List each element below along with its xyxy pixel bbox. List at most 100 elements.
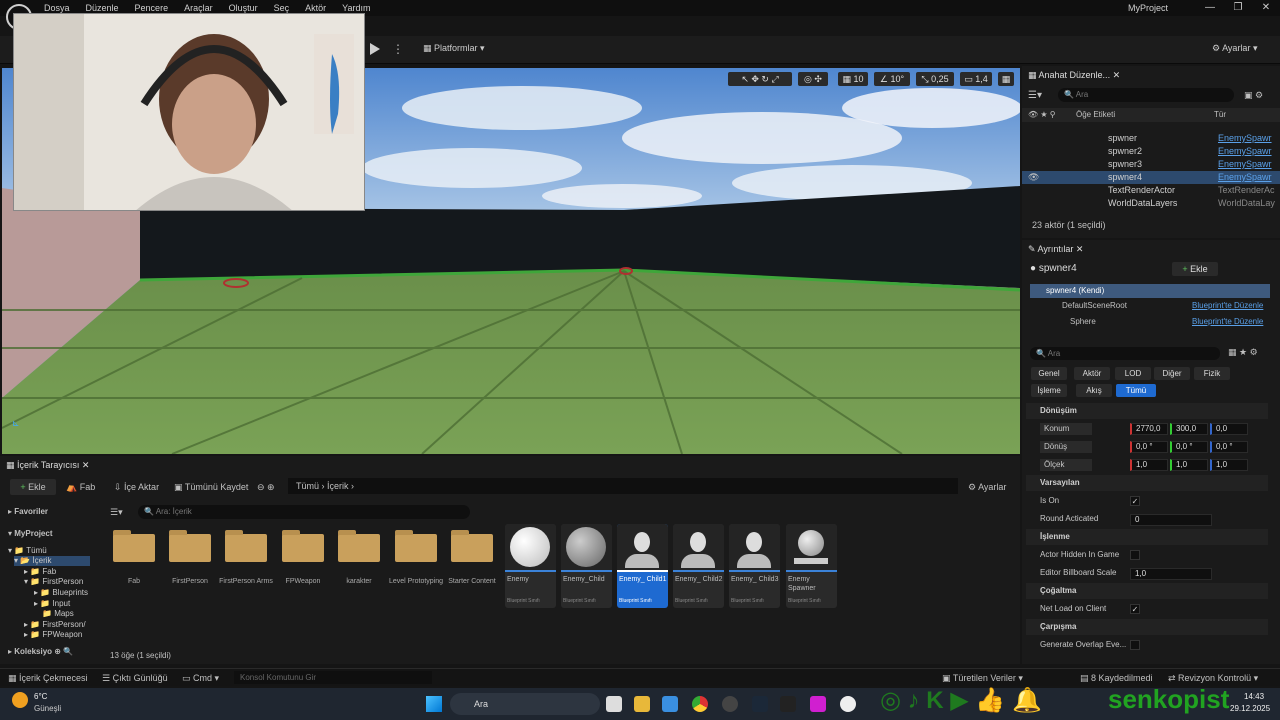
rotation-y[interactable]: 0,0 ° <box>1170 441 1208 453</box>
tree-item[interactable]: ▸ 📁 Input <box>34 599 70 609</box>
grid-snap[interactable]: ▦ 10 <box>838 72 868 86</box>
details-view-options-icon[interactable]: ▦ ★ ⚙ <box>1228 347 1258 358</box>
asset-tile[interactable]: Enemy Blueprint Sınıfı <box>505 524 556 608</box>
filter-general[interactable]: Genel <box>1031 367 1067 380</box>
import-button[interactable]: ⇩ İçe Aktar <box>114 482 159 493</box>
tree-item[interactable]: ▸ 📁 FirstPerson/ <box>24 620 86 630</box>
hidden-checkbox[interactable] <box>1130 550 1140 560</box>
folder-icon[interactable] <box>169 530 211 562</box>
billboard-value[interactable]: 1,0 <box>1130 568 1212 580</box>
filter-dropdown-icon[interactable]: ☰▾ <box>110 507 123 518</box>
asset-tile[interactable]: Enemy_ Child2 Blueprint Sınıfı <box>673 524 724 608</box>
rotation-x[interactable]: 0,0 ° <box>1130 441 1168 453</box>
column-type[interactable]: Tür <box>1214 108 1226 122</box>
component-row[interactable]: DefaultSceneRoot <box>1062 301 1127 310</box>
console-input[interactable]: Konsol Komutunu Gir <box>234 671 432 684</box>
section-transform[interactable]: Dönüşüm <box>1026 403 1268 419</box>
file-explorer-icon[interactable] <box>634 696 650 712</box>
add-button[interactable]: + Ekle <box>10 479 56 495</box>
details-search-input[interactable]: 🔍 Ara <box>1030 347 1220 360</box>
filter-rendering[interactable]: İşleme <box>1031 384 1067 397</box>
filter-lod[interactable]: LOD <box>1115 367 1151 380</box>
tree-item[interactable]: ▸ 📁 Blueprints <box>34 588 88 598</box>
visibility-eye-icon[interactable]: 👁 <box>1028 171 1039 184</box>
world-local-toggle[interactable]: ◎ ✣ <box>798 72 828 86</box>
content-settings-button[interactable]: ⚙ Ayarlar <box>968 482 1006 493</box>
viewport-layout-icon[interactable]: ▦ <box>998 72 1014 86</box>
epic-games-icon[interactable] <box>780 696 796 712</box>
cmd-dropdown[interactable]: ▭ Cmd ▾ <box>182 669 219 687</box>
outliner-row[interactable]: spwner EnemySpawr <box>1022 132 1280 145</box>
folder-icon[interactable] <box>113 530 155 562</box>
component-row[interactable]: Sphere <box>1070 317 1096 326</box>
outliner-search-input[interactable]: 🔍 Ara <box>1058 88 1234 102</box>
folder-icon[interactable] <box>282 530 324 562</box>
round-value[interactable]: 0 <box>1130 514 1212 526</box>
asset-tile-selected[interactable]: Enemy_ Child1 Blueprint Sınıfı <box>617 524 668 608</box>
outliner-tab[interactable]: ▦ Anahat Düzenle... ✕ <box>1028 66 1120 84</box>
clock-time[interactable]: 14:43 <box>1244 692 1264 701</box>
outliner-row-type[interactable]: EnemySpawr <box>1218 145 1272 158</box>
section-rendering[interactable]: İşlenme <box>1026 529 1268 545</box>
task-view-icon[interactable] <box>606 696 622 712</box>
folder-icon[interactable] <box>225 530 267 562</box>
derived-data-button[interactable]: ▣ Türetilen Veriler ▾ <box>942 669 1023 687</box>
is-on-checkbox[interactable]: ✓ <box>1130 496 1140 506</box>
fab-button[interactable]: ⛺ Fab <box>66 482 95 493</box>
scale-label[interactable]: Ölçek <box>1040 459 1092 471</box>
filter-streaming[interactable]: Akış <box>1076 384 1112 397</box>
content-search-input[interactable]: 🔍 Ara: İçerik <box>138 505 470 519</box>
app-icon[interactable] <box>810 696 826 712</box>
tree-item[interactable]: 📁 Maps <box>42 609 74 619</box>
filter-icon[interactable]: ☰▾ <box>1028 90 1042 101</box>
asset-tile[interactable]: Enemy_ Child3 Blueprint Sınıfı <box>729 524 780 608</box>
location-y[interactable]: 300,0 <box>1170 423 1208 435</box>
location-label[interactable]: Konum <box>1040 423 1092 435</box>
edit-in-blueprint-link[interactable]: Blueprint'te Düzenle <box>1192 301 1263 310</box>
breadcrumb-content[interactable]: İçerik <box>327 481 349 491</box>
self-component[interactable]: spwner4 (Kendi) <box>1030 284 1270 298</box>
edit-in-blueprint-link[interactable]: Blueprint'te Düzenle <box>1192 317 1263 326</box>
filter-all[interactable]: Tümü <box>1116 384 1156 397</box>
details-tab[interactable]: ✎ Ayrıntılar ✕ <box>1028 240 1083 258</box>
windows-start-icon[interactable] <box>426 696 442 712</box>
platforms-button[interactable]: ▦ Platformlar ▾ <box>423 43 485 54</box>
outliner-row[interactable]: spwner3 EnemySpawr <box>1022 158 1280 171</box>
more-options-icon[interactable]: ⋮ <box>392 42 404 56</box>
play-icon[interactable] <box>370 43 380 55</box>
outliner-row[interactable]: WorldDataLayers WorldDataLay <box>1022 197 1280 210</box>
minimize-button[interactable]: — <box>1200 0 1220 16</box>
content-drawer-button[interactable]: ▦ İçerik Çekmecesi <box>8 669 88 687</box>
taskbar-search[interactable]: Ara <box>450 693 600 715</box>
overlap-checkbox[interactable] <box>1130 640 1140 650</box>
outliner-row-type[interactable]: EnemySpawr <box>1218 132 1272 145</box>
location-x[interactable]: 2770,0 <box>1130 423 1168 435</box>
scale-x[interactable]: 1,0 <box>1130 459 1168 471</box>
outliner-row[interactable]: spwner2 EnemySpawr <box>1022 145 1280 158</box>
tree-item[interactable]: ▾ 📁 Tümü <box>8 546 47 556</box>
steam-icon[interactable] <box>752 696 768 712</box>
column-label[interactable]: Öğe Etiketi <box>1076 108 1115 122</box>
asset-tile[interactable]: Enemy Spawner Blueprint Sınıfı <box>786 524 837 608</box>
asset-tile[interactable]: Enemy_Child Blueprint Sınıfı <box>561 524 612 608</box>
maximize-button[interactable]: ❐ <box>1228 0 1248 16</box>
settings-button[interactable]: ⚙ Ayarlar ▾ <box>1212 43 1257 54</box>
outliner-row-type[interactable]: EnemySpawr <box>1218 171 1272 184</box>
rotation-label[interactable]: Dönüş <box>1040 441 1092 453</box>
outliner-row-selected[interactable]: 👁 spwner4 EnemySpawr <box>1022 171 1280 184</box>
chrome-icon[interactable] <box>692 696 708 712</box>
rotation-snap[interactable]: ∠ 10° <box>874 72 910 86</box>
close-button[interactable]: ✕ <box>1256 0 1276 16</box>
favorites-section[interactable]: ▸ Favoriler <box>8 507 48 516</box>
collections-section[interactable]: ▸ Koleksiyo ⊕ 🔍 <box>8 647 73 656</box>
output-log-button[interactable]: ☰ Çıktı Günlüğü <box>102 669 168 687</box>
outliner-row-type[interactable]: EnemySpawr <box>1218 158 1272 171</box>
outliner-row[interactable]: TextRenderActor TextRenderAc <box>1022 184 1280 197</box>
content-browser-tab[interactable]: ▦ İçerik Tarayıcısı ✕ <box>6 456 89 474</box>
obs-icon[interactable] <box>722 696 738 712</box>
folder-icon[interactable] <box>338 530 380 562</box>
unreal-engine-icon[interactable] <box>840 696 856 712</box>
filter-misc[interactable]: Diğer <box>1154 367 1190 380</box>
myproject-section[interactable]: ▾ MyProject <box>8 529 52 538</box>
save-all-button[interactable]: ▣ Tümünü Kaydet <box>174 482 248 493</box>
